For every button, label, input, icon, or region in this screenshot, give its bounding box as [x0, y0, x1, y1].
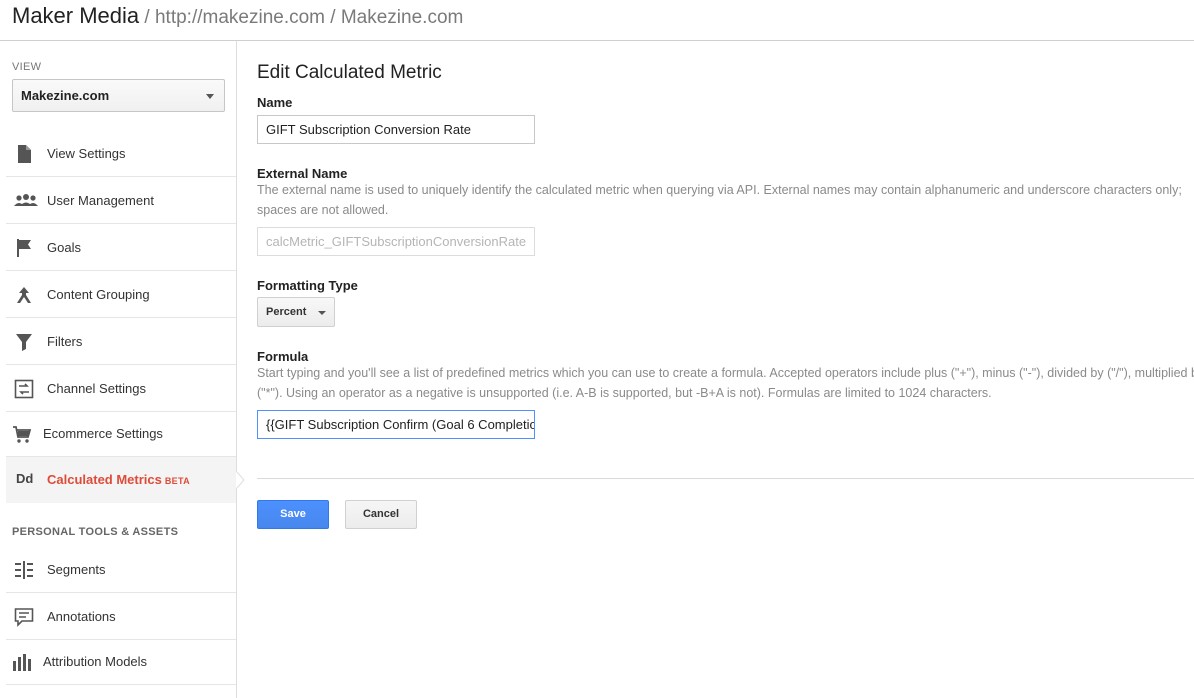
- chevron-down-icon: [318, 311, 326, 315]
- calculated-metrics-label: Calculated Metrics: [47, 472, 162, 487]
- sidebar-item-label: Calculated Metrics BETA: [47, 472, 190, 487]
- view-label: VIEW: [12, 61, 42, 73]
- sidebar-item-content-grouping[interactable]: Content Grouping: [6, 272, 236, 318]
- beta-badge: BETA: [164, 476, 190, 486]
- external-name-label: External Name: [257, 166, 348, 181]
- save-button[interactable]: Save: [257, 500, 329, 529]
- account-name[interactable]: Maker Media: [12, 3, 139, 28]
- sidebar-item-label: Ecommerce Settings: [43, 426, 163, 441]
- sidebar-item-label: Attribution Models: [43, 654, 148, 669]
- document-icon: [18, 145, 31, 163]
- formatting-type-select[interactable]: Percent: [257, 297, 335, 327]
- chevron-down-icon: [206, 94, 214, 99]
- property-view-crumb[interactable]: / http://makezine.com / Makezine.com: [139, 7, 463, 28]
- name-input[interactable]: GIFT Subscription Conversion Rate: [257, 115, 535, 144]
- sidebar-item-calculated-metrics[interactable]: Dd Calculated Metrics BETA: [6, 457, 236, 503]
- external-name-input: calcMetric_GIFTSubscriptionConversionRat…: [257, 227, 535, 256]
- form-divider: [257, 478, 1194, 479]
- formatting-type-value: Percent: [266, 306, 307, 318]
- sidebar-item-attribution-models[interactable]: Attribution Models: [6, 639, 236, 685]
- admin-sidebar: VIEW Makezine.com View Settings User Man…: [0, 41, 245, 698]
- sidebar-item-label: Content Grouping: [47, 287, 150, 302]
- account-breadcrumb[interactable]: Maker Media / http://makezine.com / Make…: [12, 3, 463, 29]
- active-item-pointer: [236, 471, 245, 489]
- formula-help: Start typing and you'll see a list of pr…: [257, 366, 1194, 400]
- sidebar-item-annotations[interactable]: Annotations: [6, 594, 236, 640]
- annotation-icon: [14, 608, 34, 627]
- view-selector[interactable]: Makezine.com: [12, 79, 225, 112]
- page-title: Edit Calculated Metric: [257, 62, 442, 83]
- sidebar-item-view-settings[interactable]: View Settings: [6, 131, 236, 177]
- sidebar-item-label: User Management: [47, 193, 154, 208]
- cancel-button[interactable]: Cancel: [345, 500, 417, 529]
- sidebar-item-label: Goals: [47, 240, 81, 255]
- name-label: Name: [257, 95, 293, 110]
- formula-input[interactable]: {{GIFT Subscription Confirm (Goal 6 Comp…: [257, 410, 535, 439]
- calculated-metrics-icon: Dd: [16, 471, 34, 486]
- external-name-help: The external name is used to uniquely id…: [257, 183, 1182, 217]
- filter-icon: [16, 334, 32, 351]
- sidebar-item-ecommerce-settings[interactable]: Ecommerce Settings: [6, 411, 236, 457]
- sidebar-item-filters[interactable]: Filters: [6, 319, 236, 365]
- formatting-type-label: Formatting Type: [257, 278, 358, 293]
- view-selected-value: Makezine.com: [21, 88, 110, 103]
- users-icon: [14, 194, 38, 206]
- top-header: Maker Media / http://makezine.com / Make…: [0, 0, 1194, 41]
- sidebar-item-user-management[interactable]: User Management: [6, 178, 236, 224]
- sidebar-item-label: Filters: [47, 334, 83, 349]
- personal-tools-heading: PERSONAL TOOLS & ASSETS: [12, 526, 179, 538]
- formula-label: Formula: [257, 349, 309, 364]
- sidebar-item-channel-settings[interactable]: Channel Settings: [6, 366, 236, 412]
- segments-icon: [15, 561, 33, 579]
- flag-icon: [17, 239, 31, 257]
- sidebar-item-segments[interactable]: Segments: [6, 547, 236, 593]
- sidebar-item-goals[interactable]: Goals: [6, 225, 236, 271]
- sidebar-item-label: Channel Settings: [47, 381, 147, 396]
- sidebar-item-label: View Settings: [47, 146, 126, 161]
- grouping-icon: [17, 287, 31, 303]
- edit-calculated-metric-panel: Edit Calculated Metric Name GIFT Subscri…: [257, 41, 1194, 698]
- bar-chart-icon: [13, 654, 31, 671]
- channel-icon: [14, 379, 34, 399]
- sidebar-item-label: Segments: [47, 562, 106, 577]
- cart-icon: [13, 426, 32, 443]
- sidebar-item-label: Annotations: [47, 609, 116, 624]
